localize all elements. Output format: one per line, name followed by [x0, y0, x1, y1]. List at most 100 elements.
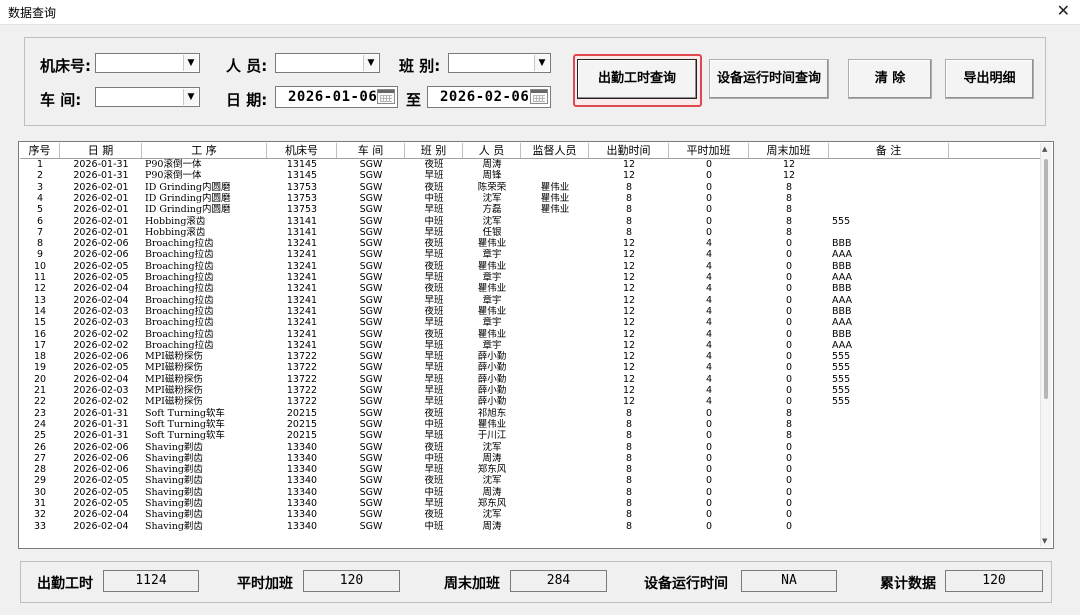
table-row[interactable]: 3 2026-02-01 ID Grinding内圆磨 13753 SGW 夜班 陈荣荣 瞿伟…: [20, 182, 1041, 193]
table-cell: 中班: [424, 520, 444, 532]
table-cell: 0: [705, 159, 713, 170]
table-row[interactable]: 9 2026-02-06 Broaching拉齿 13241 SGW 早班 章宇 12 4 0 AA…: [20, 249, 1041, 260]
table-cell: 4: [705, 396, 713, 408]
table-cell: Broaching拉齿: [145, 249, 214, 261]
table-cell: 12: [622, 249, 636, 261]
shift-combo[interactable]: ▼: [448, 53, 551, 73]
table-row[interactable]: 31 2026-02-05 Shaving剃齿 13340 SGW 早班 郑东风 8 0 0: [20, 498, 1041, 509]
table-cell: SGW: [359, 192, 383, 204]
table-cell: 8: [785, 181, 793, 193]
table-row[interactable]: 10 2026-02-05 Broaching拉齿 13241 SGW 夜班 瞿伟业 12 4 0…: [20, 261, 1041, 272]
chevron-down-icon[interactable]: ▼: [534, 55, 549, 71]
table-row[interactable]: 27 2026-02-06 Shaving剃齿 13340 SGW 中班 周涛 8 0 0: [20, 453, 1041, 464]
column-header[interactable]: 出勤时间: [589, 143, 669, 158]
table-row[interactable]: 28 2026-02-06 Shaving剃齿 13340 SGW 早班 郑东风 8 0 0: [20, 464, 1041, 475]
table-row[interactable]: 20 2026-02-04 MPI磁粉探伤 13722 SGW 早班 薛小勤 12 4 0 555: [20, 374, 1041, 385]
results-grid[interactable]: 序号日 期工 序机床号车 间班 别人 员监督人员 出勤时间 平时加班 周末加班备 注 …: [18, 141, 1054, 549]
table-row[interactable]: 26 2026-02-06 Shaving剃齿 13340 SGW 夜班 沈军 8 0 0: [20, 442, 1041, 453]
table-row[interactable]: 32 2026-02-04 Shaving剃齿 13340 SGW 夜班 沈军 8 0 0: [20, 509, 1041, 520]
table-cell: 8: [625, 430, 633, 442]
table-cell: 0: [705, 475, 713, 487]
table-row[interactable]: 33 2026-02-04 Shaving剃齿 13340 SGW 中班 周涛 8 0 0: [20, 521, 1041, 532]
vertical-scrollbar[interactable]: ▲ ▼: [1040, 143, 1052, 547]
column-header[interactable]: 班 别: [405, 143, 463, 158]
table-cell: SGW: [359, 520, 383, 532]
table-cell: 2026-02-05: [73, 498, 129, 509]
column-header[interactable]: 平时加班: [669, 143, 749, 158]
clear-button[interactable]: 清 除: [848, 59, 932, 99]
table-row[interactable]: 17 2026-02-02 Broaching拉齿 13241 SGW 早班 章宇 12 4 0 A…: [20, 340, 1041, 351]
scroll-up-icon[interactable]: ▲: [1042, 145, 1047, 153]
table-row[interactable]: 12 2026-02-04 Broaching拉齿 13241 SGW 夜班 瞿伟业 12 4 0…: [20, 283, 1041, 294]
title-bar: 数据查询 ✕: [0, 0, 1080, 25]
table-cell: [521, 464, 589, 475]
column-header[interactable]: 车 间: [337, 143, 405, 158]
table-cell: 2: [36, 170, 44, 182]
table-cell: 8: [625, 418, 633, 430]
table-cell: [829, 193, 949, 204]
column-header[interactable]: 监督人员: [521, 143, 589, 158]
table-row[interactable]: 16 2026-02-02 Broaching拉齿 13241 SGW 夜班 瞿伟业 12 4 0…: [20, 329, 1041, 340]
date-from-picker[interactable]: 2026-01-06: [275, 86, 398, 108]
table-row[interactable]: 11 2026-02-05 Broaching拉齿 13241 SGW 早班 章宇 12 4 0 A…: [20, 272, 1041, 283]
table-row[interactable]: 30 2026-02-05 Shaving剃齿 13340 SGW 中班 周涛 8 0 0: [20, 487, 1041, 498]
table-cell: 13753: [286, 181, 318, 193]
close-icon[interactable]: ✕: [1057, 1, 1070, 20]
table-cell: [521, 408, 589, 419]
table-row[interactable]: 7 2026-02-01 Hobbing滚齿 13141 SGW 早班 任银 8 0 8: [20, 227, 1041, 238]
table-cell: 0: [705, 170, 713, 182]
column-header[interactable]: 备 注: [829, 143, 949, 158]
machine-combo[interactable]: ▼: [95, 53, 200, 73]
date-to-picker[interactable]: 2026-02-06: [427, 86, 551, 108]
table-row[interactable]: 25 2026-01-31 Soft Turning软车 20215 SGW 早班 于川江 8…: [20, 430, 1041, 441]
table-cell: Broaching拉齿: [145, 238, 214, 250]
table-cell: Shaving剃齿: [145, 486, 203, 498]
date-label: 日 期:: [226, 91, 268, 109]
table-cell: 13241: [286, 305, 318, 317]
column-header[interactable]: 人 员: [463, 143, 521, 158]
calendar-icon[interactable]: [530, 89, 548, 104]
calendar-icon[interactable]: [377, 89, 395, 104]
table-row[interactable]: 5 2026-02-01 ID Grinding内圆磨 13753 SGW 早班 方磊 瞿伟业…: [20, 204, 1041, 215]
table-row[interactable]: 6 2026-02-01 Hobbing滚齿 13141 SGW 中班 沈军 8 0 8 555: [20, 216, 1041, 227]
scroll-thumb[interactable]: [1044, 159, 1048, 399]
table-row[interactable]: 19 2026-02-05 MPI磁粉探伤 13722 SGW 早班 薛小勤 12 4 0 555: [20, 362, 1041, 373]
table-row[interactable]: 13 2026-02-04 Broaching拉齿 13241 SGW 早班 章宇 12 4 0 A…: [20, 295, 1041, 306]
table-cell: Shaving剃齿: [145, 498, 203, 509]
attendance-query-button[interactable]: 出勤工时查询: [577, 59, 697, 99]
table-row[interactable]: 23 2026-01-31 Soft Turning软车 20215 SGW 夜班 祁旭东 8…: [20, 408, 1041, 419]
workshop-combo[interactable]: ▼: [95, 87, 200, 107]
scroll-down-icon[interactable]: ▼: [1042, 537, 1047, 545]
table-row[interactable]: 4 2026-02-01 ID Grinding内圆磨 13753 SGW 中班 沈军 瞿伟业…: [20, 193, 1041, 204]
column-header[interactable]: 机床号: [267, 143, 337, 158]
table-cell: 2026-01-31: [73, 407, 129, 419]
table-row[interactable]: 29 2026-02-05 Shaving剃齿 13340 SGW 夜班 沈军 8 0 0: [20, 475, 1041, 486]
table-row[interactable]: 21 2026-02-03 MPI磁粉探伤 13722 SGW 早班 薛小勤 12 4 0 555: [20, 385, 1041, 396]
export-button[interactable]: 导出明细: [945, 59, 1034, 99]
table-cell: 8: [785, 407, 793, 419]
table-row[interactable]: 2 2026-01-31 P90滚倒一体 13145 SGW 早班 周锋 12 0 12: [20, 170, 1041, 181]
table-cell: 12: [622, 305, 636, 317]
chevron-down-icon[interactable]: ▼: [183, 55, 198, 71]
table-cell: 8: [625, 215, 633, 227]
person-combo[interactable]: ▼: [275, 53, 380, 73]
table-row[interactable]: 14 2026-02-03 Broaching拉齿 13241 SGW 夜班 瞿伟业 12 4 0…: [20, 306, 1041, 317]
table-row[interactable]: 24 2026-01-31 Soft Turning软车 20215 SGW 中班 瞿伟业 8…: [20, 419, 1041, 430]
column-header[interactable]: 序号: [20, 143, 60, 158]
table-row[interactable]: 8 2026-02-06 Broaching拉齿 13241 SGW 夜班 瞿伟业 12 4 0 B…: [20, 238, 1041, 249]
chevron-down-icon[interactable]: ▼: [363, 55, 378, 71]
table-row[interactable]: 22 2026-02-02 MPI磁粉探伤 13722 SGW 早班 薛小勤 12 4 0 555: [20, 396, 1041, 407]
grid-body[interactable]: 1 2026-01-31 P90滚倒一体 13145 SGW 夜班 周涛 12 0 12 2 2026…: [20, 159, 1041, 547]
table-cell: Broaching拉齿: [145, 328, 214, 340]
table-row[interactable]: 15 2026-02-03 Broaching拉齿 13241 SGW 早班 章宇 12 4 0 A…: [20, 317, 1041, 328]
column-header[interactable]: 周末加班: [749, 143, 829, 158]
column-header[interactable]: 工 序: [142, 143, 267, 158]
table-cell: 周涛: [482, 486, 502, 498]
equipment-query-button[interactable]: 设备运行时间查询: [709, 59, 829, 99]
chevron-down-icon[interactable]: ▼: [183, 89, 198, 105]
table-cell: 13340: [286, 486, 318, 498]
table-cell: 2026-02-04: [73, 520, 129, 532]
table-row[interactable]: 18 2026-02-06 MPI磁粉探伤 13722 SGW 早班 薛小勤 12 4 0 555: [20, 351, 1041, 362]
table-row[interactable]: 1 2026-01-31 P90滚倒一体 13145 SGW 夜班 周涛 12 0 12: [20, 159, 1041, 170]
column-header[interactable]: 日 期: [60, 143, 142, 158]
